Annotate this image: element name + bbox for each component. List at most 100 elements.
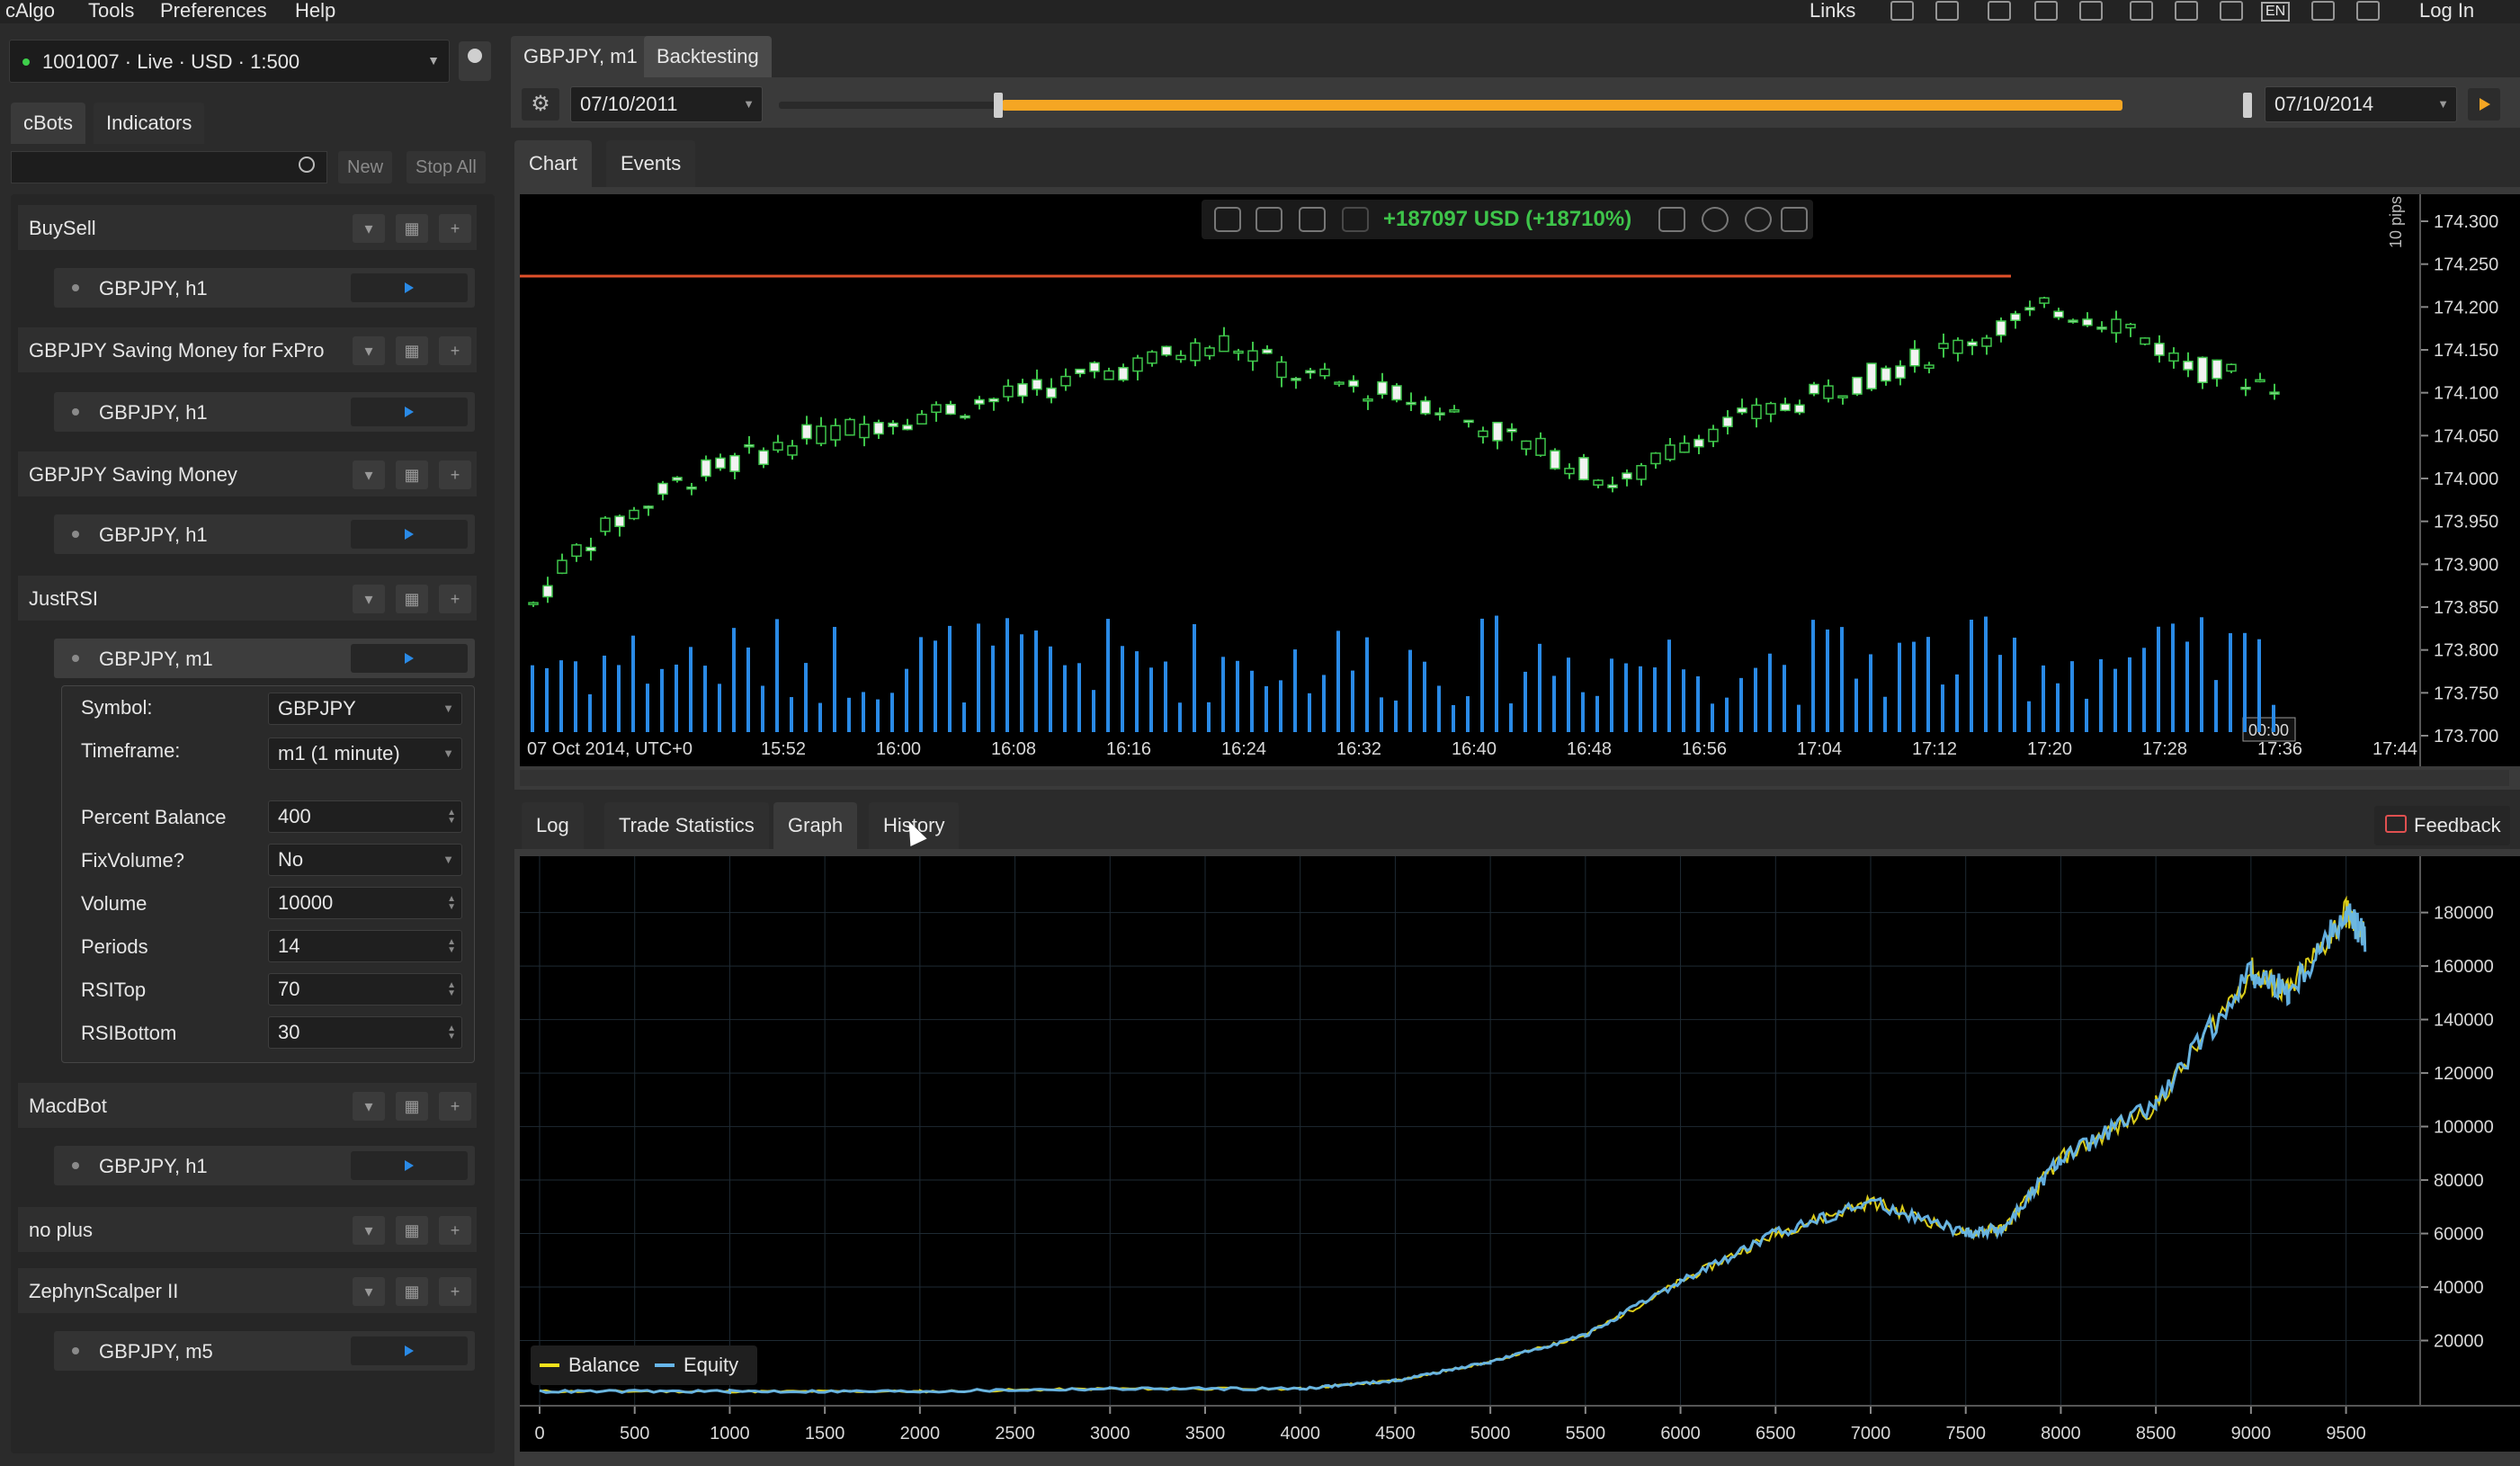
- instances-icon[interactable]: ▦: [396, 1092, 428, 1121]
- end-date-picker[interactable]: 07/10/2014 ▼: [2265, 86, 2457, 122]
- gear-icon[interactable]: ⚙: [522, 88, 559, 121]
- tab-symbol-chart[interactable]: GBPJPY, m1: [511, 36, 650, 77]
- instances-icon[interactable]: ▦: [396, 336, 428, 365]
- help-icon[interactable]: [1935, 1, 1959, 21]
- search-icon[interactable]: [299, 156, 315, 173]
- settings-icon[interactable]: [1988, 1, 2011, 21]
- bot-row-macdbot[interactable]: MacdBot ▾ ▦ +: [18, 1083, 477, 1128]
- bot-row-justrsi[interactable]: JustRSI ▾ ▦ +: [18, 576, 477, 621]
- add-instance-button[interactable]: +: [439, 336, 471, 365]
- login-link[interactable]: Log In: [2419, 0, 2474, 22]
- menu-help[interactable]: Help: [295, 0, 335, 22]
- instance-row[interactable]: GBPJPY, h1: [54, 268, 475, 308]
- stepper-arrows-icon[interactable]: ▲ ▼: [447, 809, 456, 826]
- chevron-down-icon[interactable]: ▾: [353, 1277, 385, 1306]
- hand-icon[interactable]: [2034, 1, 2058, 21]
- add-instance-button[interactable]: +: [439, 585, 471, 613]
- instances-icon[interactable]: ▦: [396, 585, 428, 613]
- instances-icon[interactable]: ▦: [396, 214, 428, 243]
- user-icon[interactable]: [1781, 207, 1808, 232]
- play-button[interactable]: [351, 1336, 468, 1365]
- play-button[interactable]: [351, 398, 468, 426]
- zoom-icon[interactable]: [1214, 207, 1241, 232]
- play-button[interactable]: [351, 520, 468, 549]
- layout-icon[interactable]: [2311, 1, 2335, 21]
- list-icon[interactable]: [1658, 207, 1685, 232]
- facebook-icon[interactable]: [1702, 207, 1729, 232]
- account-selector[interactable]: 1001007 · Live · USD · 1:500 ▼: [9, 40, 450, 83]
- new-button[interactable]: New: [338, 151, 393, 183]
- fixvolume-select[interactable]: No ▼: [268, 844, 462, 876]
- speaker-icon[interactable]: [2220, 1, 2243, 21]
- instance-row[interactable]: GBPJPY, h1: [54, 392, 475, 432]
- calendar-icon[interactable]: [2130, 1, 2153, 21]
- bot-row-saving-money-fxpro[interactable]: GBPJPY Saving Money for FxPro ▾ ▦ +: [18, 327, 477, 372]
- draw-icon[interactable]: [1256, 207, 1282, 232]
- start-date-picker[interactable]: 07/10/2011 ▼: [570, 86, 763, 122]
- document-icon[interactable]: [1890, 1, 1914, 21]
- language-badge[interactable]: EN: [2261, 2, 2291, 22]
- chevron-down-icon[interactable]: ▾: [353, 336, 385, 365]
- share-icon[interactable]: [1745, 207, 1772, 232]
- chevron-down-icon[interactable]: ▾: [353, 585, 385, 613]
- instance-row[interactable]: GBPJPY, m5: [54, 1331, 475, 1371]
- feedback-button[interactable]: Feedback: [2374, 806, 2510, 845]
- play-button[interactable]: [351, 1151, 468, 1180]
- chevron-down-icon[interactable]: ▾: [353, 214, 385, 243]
- bot-row-zephynscalper[interactable]: ZephynScalper II ▾ ▦ +: [18, 1268, 477, 1313]
- chevron-down-icon[interactable]: ▾: [353, 460, 385, 489]
- hand-check-icon[interactable]: [2079, 1, 2103, 21]
- rsibottom-stepper[interactable]: 30 ▲ ▼: [268, 1016, 462, 1049]
- add-instance-button[interactable]: +: [439, 1277, 471, 1306]
- chart-type-icon[interactable]: [1299, 207, 1326, 232]
- instances-icon[interactable]: ▦: [396, 1277, 428, 1306]
- tab-backtesting[interactable]: Backtesting: [644, 36, 772, 77]
- chevron-down-icon[interactable]: ▾: [353, 1216, 385, 1245]
- tab-indicators[interactable]: Indicators: [94, 103, 205, 144]
- cbots-search-input[interactable]: [11, 151, 327, 183]
- tab-chart[interactable]: Chart: [514, 140, 592, 187]
- bell-icon[interactable]: [2175, 1, 2198, 21]
- tab-graph[interactable]: Graph: [773, 802, 858, 849]
- stop-all-button[interactable]: Stop All: [407, 151, 486, 183]
- timeframe-icon[interactable]: [1342, 207, 1369, 232]
- volume-stepper[interactable]: 10000 ▲ ▼: [268, 887, 462, 919]
- slider-end-handle[interactable]: [2243, 93, 2252, 118]
- add-instance-button[interactable]: +: [439, 1092, 471, 1121]
- bot-row-saving-money[interactable]: GBPJPY Saving Money ▾ ▦ +: [18, 451, 477, 496]
- fullscreen-icon[interactable]: [2356, 1, 2380, 21]
- bot-row-buysell[interactable]: BuySell ▾ ▦ +: [18, 205, 477, 250]
- start-backtest-button[interactable]: [2468, 88, 2500, 121]
- percent-balance-stepper[interactable]: 400 ▲ ▼: [268, 800, 462, 833]
- instances-icon[interactable]: ▦: [396, 460, 428, 489]
- price-chart-area[interactable]: 10 pips 07 Oct 2014, UTC+0 15:52 16:00 16:08…: [520, 194, 2419, 766]
- stepper-arrows-icon[interactable]: ▲ ▼: [447, 938, 456, 955]
- stepper-arrows-icon[interactable]: ▲ ▼: [447, 1024, 456, 1041]
- menu-tools[interactable]: Tools: [88, 0, 134, 22]
- date-range-slider[interactable]: [773, 90, 2257, 121]
- periods-stepper[interactable]: 14 ▲ ▼: [268, 930, 462, 962]
- stepper-arrows-icon[interactable]: ▲ ▼: [447, 895, 456, 912]
- instance-row[interactable]: GBPJPY, h1: [54, 514, 475, 554]
- instances-icon[interactable]: ▦: [396, 1216, 428, 1245]
- add-instance-button[interactable]: +: [439, 1216, 471, 1245]
- tab-events[interactable]: Events: [606, 140, 696, 187]
- instance-row[interactable]: GBPJPY, h1: [54, 1146, 475, 1185]
- tab-trade-statistics[interactable]: Trade Statistics: [604, 802, 769, 849]
- play-button[interactable]: [351, 273, 468, 302]
- menu-calgo[interactable]: cAlgo: [5, 0, 55, 22]
- bot-row-no-plus[interactable]: no plus ▾ ▦ +: [18, 1207, 477, 1252]
- symbol-select[interactable]: GBPJPY ▼: [268, 693, 462, 725]
- instance-row-selected[interactable]: GBPJPY, m1: [54, 639, 475, 678]
- play-button[interactable]: [351, 644, 468, 673]
- chart-scrollbar[interactable]: [520, 770, 2509, 786]
- tab-cbots[interactable]: cBots: [11, 103, 86, 144]
- add-instance-button[interactable]: +: [439, 214, 471, 243]
- menu-preferences[interactable]: Preferences: [160, 0, 267, 22]
- rsitop-stepper[interactable]: 70 ▲ ▼: [268, 973, 462, 1006]
- slider-start-handle[interactable]: [994, 93, 1003, 118]
- stepper-arrows-icon[interactable]: ▲ ▼: [447, 981, 456, 998]
- add-instance-button[interactable]: +: [439, 460, 471, 489]
- tab-log[interactable]: Log: [522, 802, 584, 849]
- timeframe-select[interactable]: m1 (1 minute) ▼: [268, 737, 462, 770]
